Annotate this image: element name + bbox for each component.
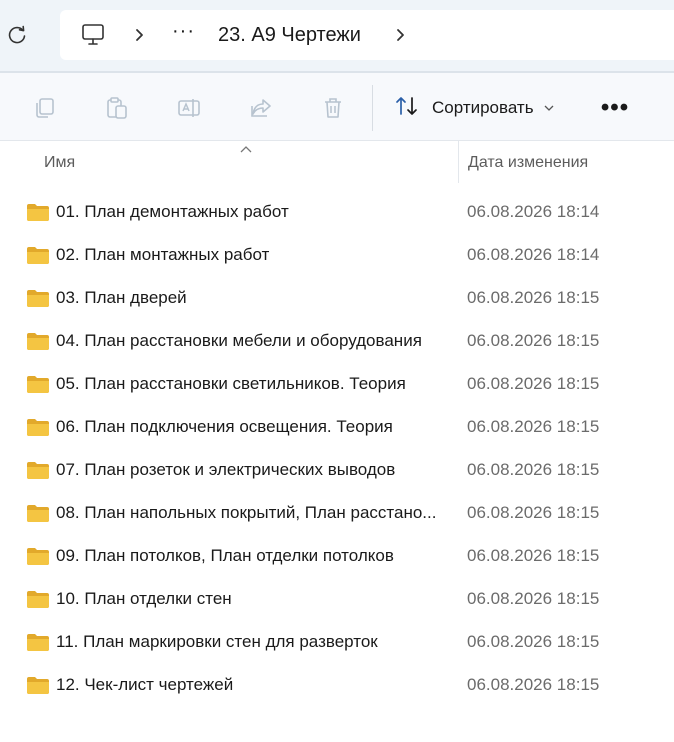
file-name: 04. План расстановки мебели и оборудован… — [56, 331, 422, 350]
file-row[interactable]: 02. План монтажных работ 06.08.2026 18:14 — [0, 234, 674, 277]
breadcrumb[interactable]: ··· 23. А9 Чертежи — [60, 10, 674, 60]
monitor-icon[interactable] — [80, 23, 106, 47]
file-row[interactable]: 12. Чек-лист чертежей 06.08.2026 18:15 — [0, 664, 674, 707]
folder-icon — [26, 246, 50, 265]
file-name: 05. План расстановки светильников. Теори… — [56, 374, 406, 393]
paste-icon[interactable] — [104, 95, 130, 121]
breadcrumb-current-folder[interactable]: 23. А9 Чертежи — [218, 24, 361, 47]
file-date-modified: 06.08.2026 18:15 — [467, 460, 600, 479]
delete-icon[interactable] — [320, 95, 346, 121]
file-name: 11. План маркировки стен для разверток — [56, 632, 378, 651]
file-row[interactable]: 06. План подключения освещения. Теория 06… — [0, 406, 674, 449]
column-header-date-label: Дата изменения — [468, 154, 589, 171]
address-bar-region: ··· 23. А9 Чертежи — [0, 0, 674, 72]
folder-icon — [26, 547, 50, 566]
file-row[interactable]: 09. План потолков, План отделки потолков… — [0, 535, 674, 578]
file-name: 01. План демонтажных работ — [56, 202, 289, 221]
column-header-date[interactable]: Дата изменения — [458, 141, 674, 183]
file-date-modified: 06.08.2026 18:15 — [467, 331, 600, 350]
file-date-modified: 06.08.2026 18:15 — [467, 503, 600, 522]
file-name: 06. План подключения освещения. Теория — [56, 417, 393, 436]
chevron-down-icon — [544, 99, 554, 117]
file-row[interactable]: 10. План отделки стен 06.08.2026 18:15 — [0, 578, 674, 621]
folder-icon — [26, 461, 50, 480]
file-name: 02. План монтажных работ — [56, 245, 270, 264]
file-name: 10. План отделки стен — [56, 589, 232, 608]
file-name: 07. План розеток и электрических выводов — [56, 460, 396, 479]
file-date-modified: 06.08.2026 18:15 — [467, 675, 600, 694]
chevron-right-icon[interactable] — [132, 25, 148, 45]
chevron-right-icon[interactable] — [393, 25, 409, 45]
sort-ascending-icon — [239, 141, 253, 153]
folder-icon — [26, 332, 50, 351]
file-date-modified: 06.08.2026 18:15 — [467, 288, 600, 307]
folder-icon — [26, 418, 50, 437]
file-row[interactable]: 01. План демонтажных работ 06.08.2026 18:… — [0, 191, 674, 234]
sort-icon — [394, 94, 420, 123]
breadcrumb-overflow[interactable]: ··· — [172, 20, 195, 43]
file-row[interactable]: 11. План маркировки стен для разверток 06… — [0, 621, 674, 664]
file-name: 03. План дверей — [56, 288, 187, 307]
file-row[interactable]: 04. План расстановки мебели и оборудован… — [0, 320, 674, 363]
file-row[interactable]: 05. План расстановки светильников. Теори… — [0, 363, 674, 406]
file-date-modified: 06.08.2026 18:15 — [467, 374, 600, 393]
folder-icon — [26, 504, 50, 523]
share-icon[interactable] — [248, 95, 274, 121]
file-date-modified: 06.08.2026 18:15 — [467, 417, 600, 436]
column-header-name-label: Имя — [44, 154, 76, 171]
more-options-button[interactable]: ••• — [598, 93, 632, 123]
folder-icon — [26, 375, 50, 394]
file-row[interactable]: 07. План розеток и электрических выводов… — [0, 449, 674, 492]
file-date-modified: 06.08.2026 18:14 — [467, 202, 600, 221]
folder-icon — [26, 676, 50, 695]
folder-icon — [26, 203, 50, 222]
file-row[interactable]: 08. План напольных покрытий, План расста… — [0, 492, 674, 535]
column-header-name[interactable]: Имя — [0, 141, 458, 183]
folder-icon — [26, 590, 50, 609]
file-name: 09. План потолков, План отделки потолков — [56, 546, 394, 565]
file-name: 12. Чек-лист чертежей — [56, 675, 234, 694]
folder-icon — [26, 289, 50, 308]
sort-label: Сортировать — [432, 98, 534, 117]
file-date-modified: 06.08.2026 18:15 — [467, 589, 600, 608]
copy-icon[interactable] — [32, 95, 58, 121]
toolbar-divider — [372, 85, 373, 131]
file-date-modified: 06.08.2026 18:15 — [467, 632, 600, 651]
file-date-modified: 06.08.2026 18:14 — [467, 245, 600, 264]
file-date-modified: 06.08.2026 18:15 — [467, 546, 600, 565]
folder-icon — [26, 633, 50, 652]
file-name: 08. План напольных покрытий, План расста… — [56, 503, 437, 522]
sort-button[interactable]: Сортировать — [394, 93, 554, 123]
rename-icon[interactable] — [176, 95, 202, 121]
command-bar: Сортировать ••• — [0, 73, 674, 141]
file-row[interactable]: 03. План дверей 06.08.2026 18:15 — [0, 277, 674, 320]
refresh-icon[interactable] — [4, 22, 30, 48]
